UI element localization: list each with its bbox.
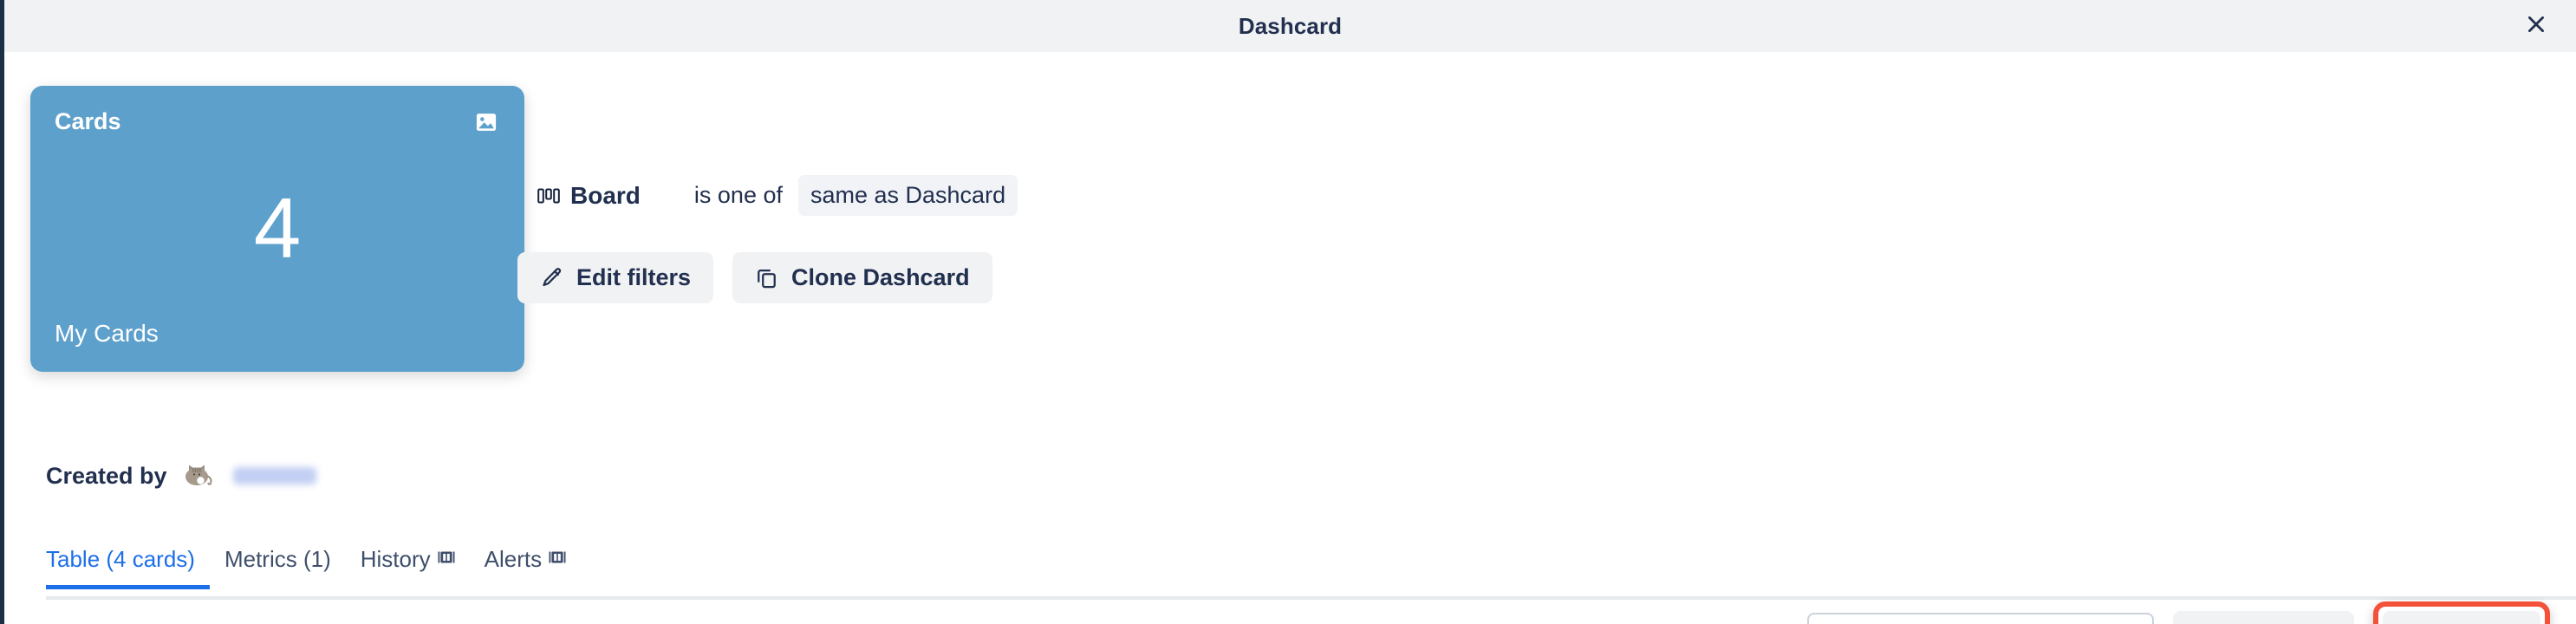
pencil-icon [540, 266, 563, 289]
created-by-row: Created by [46, 461, 316, 491]
close-button[interactable] [2517, 7, 2555, 45]
metric-card-header: Cards [55, 108, 500, 136]
metric-card-value: 4 [253, 180, 302, 276]
close-icon [2525, 13, 2547, 40]
export-button[interactable]: Export [2383, 611, 2540, 624]
metric-card-title: Cards [55, 108, 121, 134]
columns-button[interactable]: Columns [2172, 611, 2355, 624]
filter-value-chip[interactable]: same as Dashcard [797, 175, 1018, 216]
table-toolbar: Columns Export [1806, 601, 2550, 624]
filter-summary-row: Board is one of same as Dashcard [537, 175, 1018, 216]
tabs-underline [46, 596, 2576, 600]
cat-avatar-icon[interactable] [183, 461, 218, 491]
modal-titlebar: Dashcard [4, 0, 2576, 52]
tab-table[interactable]: Table (4 cards) [46, 546, 210, 589]
edit-filters-button[interactable]: Edit filters [517, 252, 714, 303]
tab-metrics-label: Metrics (1) [224, 546, 331, 572]
tab-metrics[interactable]: Metrics (1) [210, 546, 346, 589]
copy-icon [755, 266, 778, 289]
tab-alerts[interactable]: Alerts [470, 546, 581, 589]
filter-field-label: Board [570, 181, 641, 209]
created-by-user [232, 467, 316, 484]
metric-card-footer: My Cards [55, 320, 159, 347]
image-icon[interactable] [472, 108, 500, 136]
edit-filters-label: Edit filters [576, 264, 692, 290]
dashcard-modal: Dashcard Cards 4 My Cards Board is one o… [0, 0, 2576, 624]
export-highlight-ring: Export [2373, 601, 2550, 624]
filter-operator-label: is one of [693, 182, 783, 208]
dashcard-actions: Edit filters Clone Dashcard [517, 252, 992, 303]
tab-table-label: Table (4 cards) [46, 546, 195, 572]
page-title: Dashcard [1238, 12, 1343, 39]
metric-card[interactable]: Cards 4 My Cards [30, 86, 524, 372]
enterprise-badge-icon [549, 546, 566, 573]
clone-dashcard-button[interactable]: Clone Dashcard [732, 252, 992, 303]
created-by-label: Created by [46, 462, 167, 489]
clone-dashcard-label: Clone Dashcard [791, 264, 970, 290]
detail-tabs: Table (4 cards) Metrics (1) History Aler… [46, 546, 581, 589]
tab-alerts-label: Alerts [484, 546, 543, 572]
search-input[interactable] [1806, 612, 2154, 624]
enterprise-badge-icon [438, 546, 455, 573]
tab-history-label: History [360, 546, 431, 572]
tab-history[interactable]: History [346, 546, 470, 589]
board-icon [537, 186, 560, 205]
